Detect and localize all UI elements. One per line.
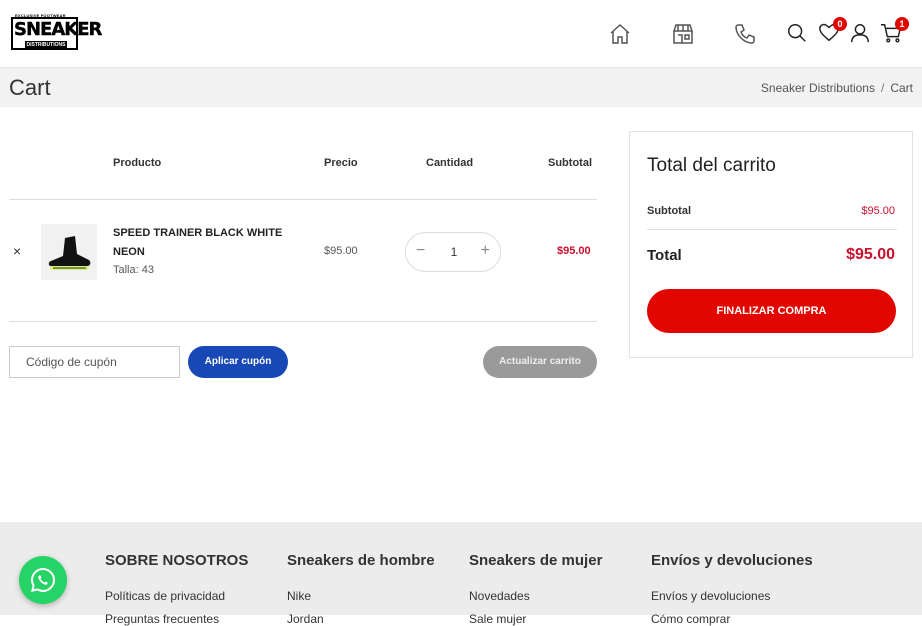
increase-quantity-button[interactable]: + [481,242,490,260]
product-name-link[interactable]: SPEED TRAINER BLACK WHITE NEON [113,224,293,262]
site-header: EXCLUSIVE FOOTWEAR SNEAKER DISTRIBUTIONS… [0,0,922,68]
footer-link[interactable]: Envíos y devoluciones [651,589,813,603]
column-header-quantity: Cantidad [426,157,474,169]
footer-link[interactable]: Preguntas frecuentes [105,612,248,626]
table-divider [9,199,597,200]
sneaker-image [41,224,97,280]
table-divider [9,321,597,322]
totals-total-label: Total [647,247,682,264]
footer-link[interactable]: Políticas de privacidad [105,589,248,603]
footer-heading: SOBRE NOSOTROS [105,552,249,569]
logo-tagline: EXCLUSIVE FOOTWEAR [15,13,66,18]
cart-count-badge: 1 [895,17,909,31]
footer-link[interactable]: Nike [287,589,435,603]
page-title: Cart [9,75,51,100]
phone-icon[interactable] [733,22,757,46]
breadcrumb-current: Cart [890,81,913,95]
whatsapp-chat-button[interactable] [19,556,67,604]
wishlist-count-badge: 0 [833,17,847,31]
quantity-stepper: − 1 + [405,232,501,272]
breadcrumb-home-link[interactable]: Sneaker Distributions [761,81,875,95]
totals-subtotal-value: $95.00 [861,205,895,217]
footer-heading: Sneakers de hombre [287,552,435,569]
totals-total-value: $95.00 [846,246,895,263]
brand-logo[interactable]: EXCLUSIVE FOOTWEAR SNEAKER DISTRIBUTIONS [11,13,103,51]
footer-heading: Sneakers de mujer [469,552,603,569]
footer-link[interactable]: Cómo comprar [651,612,813,626]
product-thumbnail[interactable] [41,224,97,280]
wishlist-button[interactable]: 0 [818,17,847,44]
footer-link[interactable]: Jordan [287,612,435,626]
totals-divider [647,229,897,230]
cart-totals-title: Total del carrito [647,155,776,176]
product-size: Talla: 43 [113,264,154,276]
breadcrumb-separator: / [880,81,885,95]
page-title-bar: Cart Sneaker Distributions / Cart [0,68,922,107]
cart-totals-panel: Total del carrito Subtotal $95.00 Total … [629,131,913,358]
cart-button[interactable]: 1 [880,17,909,44]
store-icon[interactable] [671,22,695,46]
coupon-code-input[interactable] [9,346,180,378]
remove-item-button[interactable]: × [13,243,21,259]
site-footer: SOBRE NOSOTROS Políticas de privacidad P… [0,522,922,626]
footer-heading: Envíos y devoluciones [651,552,813,569]
footer-link[interactable]: Novedades [469,589,602,603]
apply-coupon-button[interactable]: Aplicar cupón [188,346,288,378]
home-icon[interactable] [608,22,632,46]
logo-wordmark: SNEAKER [14,19,103,40]
footer-link[interactable]: Sale mujer [469,612,602,626]
user-icon[interactable] [849,22,871,44]
search-icon[interactable] [786,22,808,44]
column-header-subtotal: Subtotal [548,157,592,169]
product-subtotal: $95.00 [557,245,591,257]
breadcrumb: Sneaker Distributions / Cart [761,81,913,95]
whatsapp-icon [30,567,56,593]
product-price: $95.00 [324,245,358,257]
column-header-product: Producto [113,157,162,169]
totals-subtotal-label: Subtotal [647,205,691,217]
update-cart-button[interactable]: Actualizar carrito [483,346,597,378]
column-header-price: Precio [324,157,358,169]
logo-subtitle: DISTRIBUTIONS [25,41,67,49]
checkout-button[interactable]: FINALIZAR COMPRA [647,289,896,333]
